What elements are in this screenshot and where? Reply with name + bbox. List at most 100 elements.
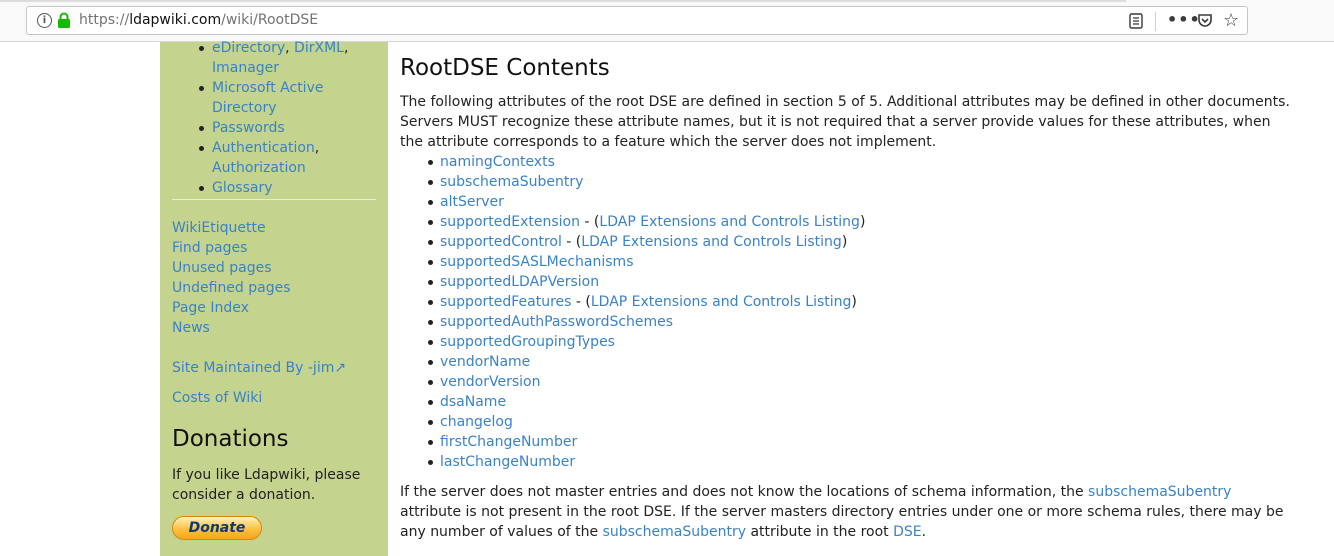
ldap-extensions-link[interactable]: LDAP Extensions and Controls Listing [599, 214, 860, 230]
bullet-icon [428, 420, 433, 425]
bullet-icon [428, 400, 433, 405]
attribute-item: supportedLDAPVersion [428, 272, 865, 292]
page-actions-more-icon[interactable]: ••• [1167, 10, 1201, 29]
address-bar[interactable]: i https://ldapwiki.com/wiki/RootDSE ••• … [26, 6, 1248, 35]
sidebar-topic-item: Authorization [212, 158, 382, 178]
attribute-suffix: - ( [561, 234, 582, 250]
sidebar-topic-item: Imanager [212, 58, 382, 78]
outro-text: . [921, 524, 927, 540]
attribute-item: namingContexts [428, 152, 865, 172]
sidebar-link-news[interactable]: News [172, 320, 210, 336]
reader-view-icon[interactable] [1129, 13, 1143, 29]
sidebar-topic-item: Glossary [199, 178, 382, 198]
sidebar-link-find-pages[interactable]: Find pages [172, 240, 247, 256]
lock-icon[interactable] [57, 12, 71, 29]
site-maintained-text[interactable]: Site Maintained By -jim [172, 360, 334, 376]
sidebar-topic-item: Microsoft Active Directory [199, 78, 382, 118]
sidebar-link-unused-pages[interactable]: Unused pages [172, 260, 272, 276]
sidebar-link-page-index[interactable]: Page Index [172, 300, 249, 316]
attribute-item: dsaName [428, 392, 865, 412]
sidebar-topic-item: eDirectory, DirXML, [199, 38, 382, 58]
separator-text: , [285, 40, 295, 56]
bullet-icon [199, 126, 204, 131]
attribute-link-altserver[interactable]: altServer [440, 194, 504, 210]
donate-button[interactable]: Donate [172, 516, 262, 540]
attribute-link-supportedextension[interactable]: supportedExtension [440, 214, 580, 230]
attribute-link-supportedgroupingtypes[interactable]: supportedGroupingTypes [440, 334, 615, 350]
site-info-icon[interactable]: i [37, 13, 52, 28]
sidebar-link-edirectory[interactable]: eDirectory [212, 40, 285, 56]
sidebar-nav-item: Unused pages [172, 258, 291, 278]
attribute-item: lastChangeNumber [428, 452, 865, 472]
intro-paragraph: The following attributes of the root DSE… [400, 94, 1290, 150]
sidebar-link-authentication[interactable]: Authentication [212, 140, 315, 156]
attribute-link-subschemasubentry[interactable]: subschemaSubentry [440, 174, 583, 190]
attribute-link-vendorname[interactable]: vendorName [440, 354, 530, 370]
bullet-icon [428, 160, 433, 165]
sidebar-nav-item: Undefined pages [172, 278, 291, 298]
sidebar-nav-item: News [172, 318, 291, 338]
subschema-subentry-link[interactable]: subschemaSubentry [1088, 484, 1231, 500]
bullet-icon [428, 340, 433, 345]
attribute-list: namingContexts subschemaSubentry altServer… [428, 152, 866, 472]
browser-toolbar: i https://ldapwiki.com/wiki/RootDSE ••• … [0, 0, 1334, 42]
attribute-link-supportedldapversion[interactable]: supportedLDAPVersion [440, 274, 599, 290]
attribute-link-supportedcontrol[interactable]: supportedControl [440, 234, 562, 250]
sidebar-link-wikietiquette[interactable]: WikiEtiquette [172, 220, 266, 236]
attribute-suffix: ) [851, 294, 857, 310]
attribute-link-changelog[interactable]: changelog [440, 414, 513, 430]
sidebar-link-imanager[interactable]: Imanager [212, 60, 279, 76]
attribute-link-namingcontexts[interactable]: namingContexts [440, 154, 555, 170]
bullet-icon [428, 260, 433, 265]
sidebar-topic-item: Passwords [199, 118, 382, 138]
attribute-item: supportedExtension - (LDAP Extensions an… [428, 212, 866, 232]
donate-text: If you like Ldapwiki, please consider a … [172, 467, 361, 503]
dse-link[interactable]: DSE [893, 524, 922, 540]
attribute-link-supportedfeatures[interactable]: supportedFeatures [440, 294, 571, 310]
pocket-icon[interactable] [1197, 13, 1213, 29]
sidebar-nav-links: WikiEtiquette Find pages Unused pages Undef… [172, 218, 291, 338]
bullet-icon [199, 46, 204, 51]
sidebar-link-undefined-pages[interactable]: Undefined pages [172, 280, 291, 296]
sidebar-link-passwords[interactable]: Passwords [212, 120, 285, 136]
costs-of-wiki-text[interactable]: Costs of Wiki [172, 390, 262, 406]
attribute-link-supportedsaslmechanisms[interactable]: supportedSASLMechanisms [440, 254, 634, 270]
bookmark-star-icon[interactable]: ☆ [1223, 10, 1239, 31]
sidebar-divider [172, 199, 376, 200]
donations-heading: Donations [172, 426, 289, 452]
attribute-link-vendorversion[interactable]: vendorVersion [440, 374, 540, 390]
sidebar-link-authorization[interactable]: Authorization [212, 160, 306, 176]
sidebar-link-dirxml[interactable]: DirXML [294, 40, 344, 56]
attribute-item: vendorName [428, 352, 865, 372]
outro-text: If the server does not master entries an… [400, 484, 1089, 500]
subschema-subentry-link[interactable]: subschemaSubentry [603, 524, 746, 540]
url-text[interactable]: https://ldapwiki.com/wiki/RootDSE [79, 12, 318, 28]
ldap-extensions-link[interactable]: LDAP Extensions and Controls Listing [581, 234, 842, 250]
attribute-item: altServer [428, 192, 865, 212]
bullet-icon [428, 180, 433, 185]
sidebar-link-glossary[interactable]: Glossary [212, 180, 273, 196]
site-maintained-link[interactable]: Site Maintained By -jim↗ [172, 358, 346, 378]
outro-paragraph: If the server does not master entries an… [400, 482, 1290, 542]
attribute-item: changelog [428, 412, 865, 432]
bullet-icon [428, 360, 433, 365]
url-scheme: https:// [79, 12, 130, 28]
sidebar-nav-item: Find pages [172, 238, 291, 258]
costs-of-wiki-link[interactable]: Costs of Wiki [172, 388, 262, 408]
attribute-suffix: ) [859, 214, 866, 230]
urlbar-separator [1155, 12, 1156, 31]
attribute-item: supportedControl - (LDAP Extensions and … [428, 232, 865, 252]
bullet-icon [428, 300, 433, 305]
attribute-link-supportedauthpasswordschemes[interactable]: supportedAuthPasswordSchemes [440, 314, 673, 330]
ldap-extensions-link[interactable]: LDAP Extensions and Controls Listing [591, 294, 852, 310]
attribute-link-dsaname[interactable]: dsaName [440, 394, 506, 410]
sidebar-link-microsoft-active-directory[interactable]: Microsoft Active Directory [212, 80, 323, 116]
url-host: ldapwiki.com [129, 12, 222, 28]
bullet-icon [199, 146, 204, 151]
attribute-suffix: - ( [571, 294, 591, 310]
attribute-link-lastchangenumber[interactable]: lastChangeNumber [440, 454, 575, 470]
bullet-icon [199, 186, 204, 191]
sidebar-topic-item: Authentication, [199, 138, 382, 158]
attribute-suffix: ) [841, 234, 848, 250]
attribute-link-firstchangenumber[interactable]: firstChangeNumber [440, 434, 577, 450]
